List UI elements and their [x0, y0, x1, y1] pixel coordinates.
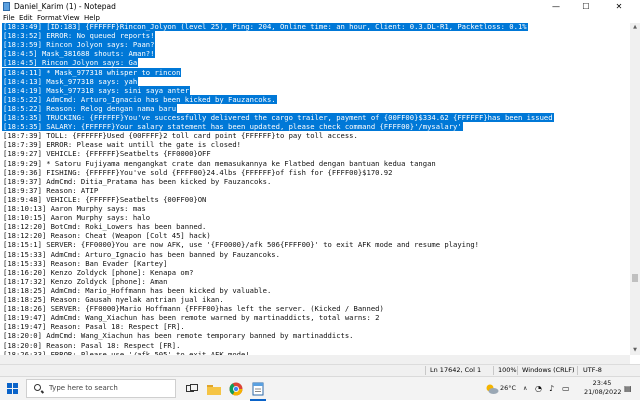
text-line-content: [18:4:5] Rincon Jolyon says: Ga — [2, 58, 139, 68]
text-line-content: [18:5:22] AdmCmd: Arturo_Ignacio has bee… — [2, 94, 277, 104]
scroll-thumb[interactable] — [632, 273, 638, 282]
window-title: Daniel_Karim (1) - Notepad — [14, 2, 116, 11]
title-bar: Daniel_Karim (1) - Notepad — ☐ ✕ — [0, 0, 640, 13]
text-line-content: [18:18:25] Reason: Gausah nyelak antrian… — [3, 295, 224, 304]
text-line-content: [18:18:26] SERVER: {FF0000}Mario Hoffman… — [3, 304, 384, 314]
status-divider — [425, 366, 426, 375]
text-line-content: [18:4:13] Mask_977318 says: yah — [2, 76, 139, 86]
scroll-down-arrow-icon[interactable]: ▼ — [630, 346, 640, 355]
horizontal-scrollbar[interactable] — [0, 355, 630, 364]
text-line-content: [18:16:20] Kenzo Zoldyck [phone]: Kenapa… — [3, 267, 194, 277]
text-line-content: [18:20:0] Reason: Pasal 18: Respect [FR]… — [3, 340, 181, 350]
text-line-content: [18:5:35] SALARY: {FFFFFF}Your salary st… — [2, 122, 463, 132]
clock-date: 21/08/2022 — [584, 388, 622, 396]
text-line-content: [18:4:19] Mask_977318 says: sini saya an… — [2, 85, 191, 95]
text-line-content: [18:3:52] ERROR: No queued reports! — [2, 31, 156, 41]
status-bar: Ln 17642, Col 1 100% Windows (CRLF) UTF-… — [0, 364, 640, 376]
task-view-icon[interactable] — [184, 381, 200, 397]
taskbar-search-box[interactable]: Type here to search — [26, 379, 176, 398]
text-line-content: [18:9:48] VEHICLE: {FFFFFF}Seatbelts {00… — [3, 194, 207, 204]
menu-edit[interactable]: Edit — [19, 13, 33, 23]
search-placeholder: Type here to search — [49, 384, 118, 392]
text-line-content: [18:9:37] Reason: ATIP — [3, 185, 99, 195]
windows-start-icon[interactable] — [7, 383, 18, 394]
text-line-content: [18:9:36] FISHING: {FFFFFF}You've sold {… — [3, 167, 393, 177]
encoding: UTF-8 — [583, 366, 602, 374]
file-explorer-icon[interactable] — [206, 381, 222, 397]
minimize-button[interactable]: — — [541, 0, 571, 13]
text-line-content: [18:19:47] AdmCmd: Wang_Xiachun has been… — [3, 313, 380, 323]
menu-bar: File Edit Format View Help — [0, 13, 640, 23]
weather-temperature[interactable]: 26°C — [500, 377, 516, 400]
text-line-content: [18:15:33] Reason: Ban Evader [Kartey] — [3, 258, 168, 268]
close-button[interactable]: ✕ — [604, 0, 634, 13]
notepad-taskbar-icon[interactable] — [250, 381, 266, 397]
zoom-level: 100% — [498, 366, 517, 374]
text-line-content: [18:9:27] VEHICLE: {FFFFFF}Seatbelts {FF… — [3, 149, 211, 159]
text-line-content: [18:5:22] Reason: Relog dengan nama baru — [2, 103, 178, 113]
text-line-content: [18:9:37] AdmCmd: Ditia_Pratama has been… — [3, 176, 272, 186]
text-line-content: [18:17:32] Kenzo Zoldyck [phone]: Aman — [3, 276, 168, 286]
text-line-content: [18:5:35] TRUCKING: {FFFFFF}You've succe… — [2, 113, 554, 122]
text-line-content: [18:4:5] Mask_381688 shouts: Aman?! — [2, 49, 156, 59]
status-divider — [517, 366, 518, 375]
text-line-content: [18:3:49] [ID:183] {FFFFFF}Rincon_Jolyon… — [2, 23, 528, 31]
vertical-scrollbar[interactable]: ▲ ▼ — [630, 23, 640, 355]
text-line-content: [18:18:25] AdmCmd: Mario_Hoffmann has be… — [3, 285, 272, 295]
scroll-up-arrow-icon[interactable]: ▲ — [630, 23, 640, 32]
text-line-content: [18:10:15] Aaron Murphy says: halo — [3, 213, 151, 223]
text-editor[interactable]: [18:3:49] [ID:183] {FFFFFF}Rincon_Jolyon… — [0, 23, 630, 355]
text-line-content: [18:7:39] ERROR: Please wait untill the … — [3, 140, 241, 150]
cursor-position: Ln 17642, Col 1 — [430, 366, 482, 374]
text-line-content: [18:10:13] Aaron Murphy says: mas — [3, 204, 146, 213]
status-divider — [577, 366, 578, 375]
text-line-content: [18:3:59] Rincon Jolyon says: Paan? — [2, 40, 156, 50]
clock[interactable]: 23:45 21/08/2022 — [584, 379, 622, 397]
search-icon — [34, 384, 41, 391]
chrome-icon[interactable] — [228, 381, 244, 397]
weather-icon[interactable] — [484, 381, 500, 397]
text-line-content: [18:19:47] Reason: Pasal 18: Respect [FR… — [3, 322, 185, 332]
text-line-content: [18:12:20] Reason: Cheat (Weapon [Colt 4… — [3, 231, 211, 241]
menu-view[interactable]: View — [63, 13, 80, 23]
notifications-icon[interactable]: ▤ — [624, 377, 632, 400]
text-line-content: [18:7:39] TOLL: {FFFFFF}Used {00FFFF}2 t… — [3, 131, 358, 141]
text-line-content: [18:20:0] AdmCmd: Wang_Xiachun has been … — [3, 331, 354, 341]
text-line-content: [18:4:11] * Mask_977318 whisper to rinco… — [2, 67, 182, 77]
menu-format[interactable]: Format — [37, 13, 62, 23]
clock-time: 23:45 — [592, 379, 612, 387]
network-icon[interactable]: ◔ — [535, 377, 542, 400]
text-line-content: [18:15:33] AdmCmd: Arturo_Ignacio has be… — [3, 249, 280, 259]
text-line-content: [18:15:1] SERVER: {FF0000}You are now AF… — [3, 240, 479, 250]
taskbar: Type here to search 26°C ∧ ◔ ♪ ▭ 23:45 2… — [0, 376, 640, 401]
text-line-content: [18:12:20] BotCmd: Roki_Lowers has been … — [3, 222, 207, 232]
chevron-up-icon[interactable]: ∧ — [523, 377, 527, 400]
notepad-icon — [3, 2, 10, 11]
menu-help[interactable]: Help — [84, 13, 100, 23]
battery-icon[interactable]: ▭ — [562, 377, 570, 400]
status-divider — [493, 366, 494, 375]
maximize-button[interactable]: ☐ — [571, 0, 601, 13]
volume-icon[interactable]: ♪ — [549, 377, 554, 400]
menu-file[interactable]: File — [3, 13, 15, 23]
line-ending: Windows (CRLF) — [522, 366, 575, 374]
text-line-content: [18:9:29] * Satoru Fujiyama mengangkat c… — [3, 158, 436, 168]
